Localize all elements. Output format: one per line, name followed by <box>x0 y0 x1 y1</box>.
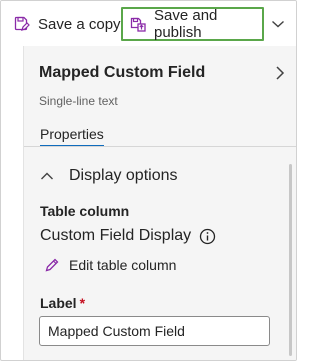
field-title: Mapped Custom Field <box>39 64 206 81</box>
field-type: Single-line text <box>39 94 118 108</box>
section-title: Display options <box>69 167 178 184</box>
edit-table-column-link[interactable]: Edit table column <box>44 255 176 275</box>
save-and-publish-button[interactable]: Save and publish <box>121 7 264 41</box>
table-column-label: Table column <box>40 203 130 219</box>
chevron-right-icon[interactable] <box>273 65 287 81</box>
save-copy-icon <box>13 15 31 33</box>
scrollbar[interactable] <box>289 164 292 356</box>
pencil-icon <box>45 258 59 272</box>
label-caption-text: Label <box>40 295 77 311</box>
save-and-publish-label: Save and publish <box>154 7 218 41</box>
field-properties-panel: Mapped Custom Field Single-line text Pro… <box>23 46 296 360</box>
display-name-row: Custom Field Display <box>40 226 216 246</box>
overflow-button[interactable] <box>269 15 287 33</box>
info-icon[interactable] <box>199 228 216 245</box>
save-a-copy-button[interactable]: Save a copy <box>13 7 121 41</box>
save-a-copy-label: Save a copy <box>38 15 121 33</box>
required-marker: * <box>79 295 86 311</box>
divider <box>24 146 296 147</box>
edit-table-column-label: Edit table column <box>69 257 177 273</box>
save-publish-icon <box>129 15 147 33</box>
display-options-header[interactable]: Display options <box>40 165 178 187</box>
app-frame: Save a copy Save and publish Mapped Cust… <box>0 0 297 361</box>
tab-properties[interactable]: Properties <box>40 126 104 147</box>
label-caption: Label * <box>40 295 85 311</box>
chevron-down-icon <box>272 20 284 28</box>
label-input[interactable] <box>39 316 270 346</box>
chevron-up-icon <box>41 172 53 180</box>
display-name: Custom Field Display <box>40 227 192 244</box>
command-bar: Save a copy Save and publish <box>1 1 296 46</box>
